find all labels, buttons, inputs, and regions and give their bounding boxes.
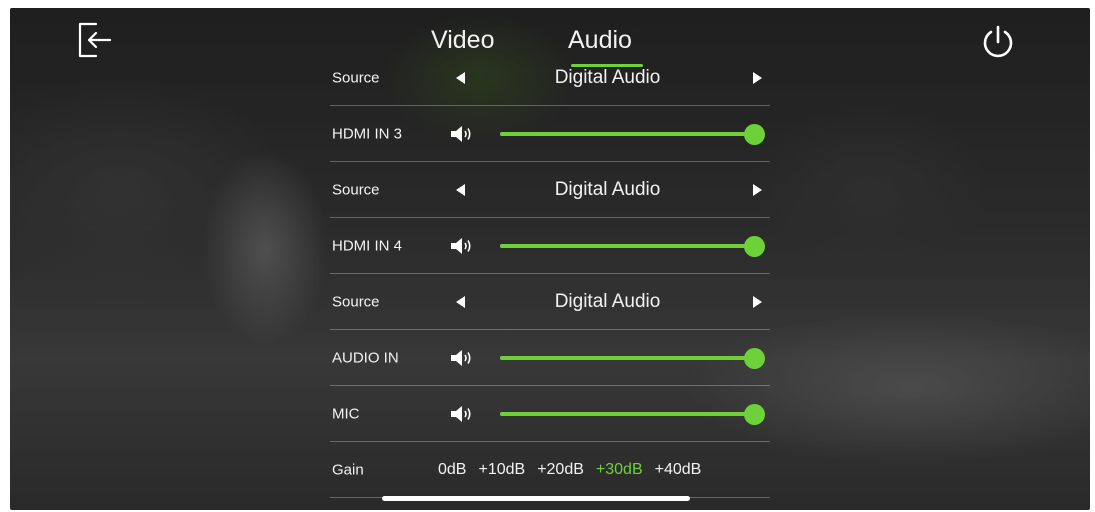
- slider-thumb[interactable]: [744, 403, 765, 425]
- tab-audio[interactable]: Audio: [568, 26, 632, 55]
- audio-panel: Source Digital Audio HDMI IN 3 Source Di…: [330, 60, 770, 500]
- source-label: Source: [332, 69, 380, 86]
- app-screen: Video Audio Source Digital Audio HDMI IN…: [10, 8, 1090, 510]
- channel-row-audio-in: AUDIO IN: [330, 330, 770, 386]
- channel-label: HDMI IN 3: [332, 125, 403, 142]
- channel-label: MIC: [332, 405, 360, 422]
- source-prev-button[interactable]: [456, 71, 465, 84]
- source-next-button[interactable]: [753, 183, 762, 196]
- source-row: Source Digital Audio: [330, 162, 770, 218]
- power-icon: [983, 25, 1013, 58]
- speaker-icon[interactable]: [450, 404, 474, 424]
- source-label: Source: [332, 181, 380, 198]
- channel-row-mic: MIC: [330, 386, 770, 442]
- gain-option[interactable]: +10dB: [478, 461, 525, 479]
- source-row: Source Digital Audio: [330, 60, 770, 106]
- source-next-button[interactable]: [753, 295, 762, 308]
- source-value: Digital Audio: [554, 290, 661, 312]
- gain-label: Gain: [332, 461, 364, 478]
- channel-label: HDMI IN 4: [332, 237, 403, 254]
- gain-options: 0dB +10dB +20dB +30dB +40dB: [438, 461, 701, 479]
- volume-slider[interactable]: [500, 347, 765, 369]
- tab-video[interactable]: Video: [431, 26, 495, 55]
- channel-row-hdmi-in-3: HDMI IN 3: [330, 106, 770, 162]
- channel-label: AUDIO IN: [332, 349, 399, 366]
- slider-thumb[interactable]: [744, 235, 765, 257]
- gain-option[interactable]: +30dB: [596, 461, 643, 479]
- volume-slider[interactable]: [500, 403, 765, 425]
- gain-row: Gain 0dB +10dB +20dB +30dB +40dB: [330, 442, 770, 498]
- source-value: Digital Audio: [554, 66, 661, 88]
- gain-option[interactable]: 0dB: [438, 461, 466, 479]
- source-next-button[interactable]: [753, 71, 762, 84]
- channel-row-hdmi-in-4: HDMI IN 4: [330, 218, 770, 274]
- slider-thumb[interactable]: [744, 123, 765, 145]
- source-row: Source Digital Audio: [330, 274, 770, 330]
- source-value: Digital Audio: [554, 178, 661, 200]
- gain-option[interactable]: +40dB: [655, 461, 702, 479]
- speaker-icon[interactable]: [450, 236, 474, 256]
- speaker-icon[interactable]: [450, 348, 474, 368]
- home-indicator: [382, 496, 690, 501]
- volume-slider[interactable]: [500, 235, 765, 257]
- source-label: Source: [332, 293, 380, 310]
- source-prev-button[interactable]: [456, 183, 465, 196]
- gain-option[interactable]: +20dB: [537, 461, 584, 479]
- power-button[interactable]: [980, 24, 1016, 60]
- slider-thumb[interactable]: [744, 347, 765, 369]
- source-prev-button[interactable]: [456, 295, 465, 308]
- speaker-icon[interactable]: [450, 124, 474, 144]
- volume-slider[interactable]: [500, 123, 765, 145]
